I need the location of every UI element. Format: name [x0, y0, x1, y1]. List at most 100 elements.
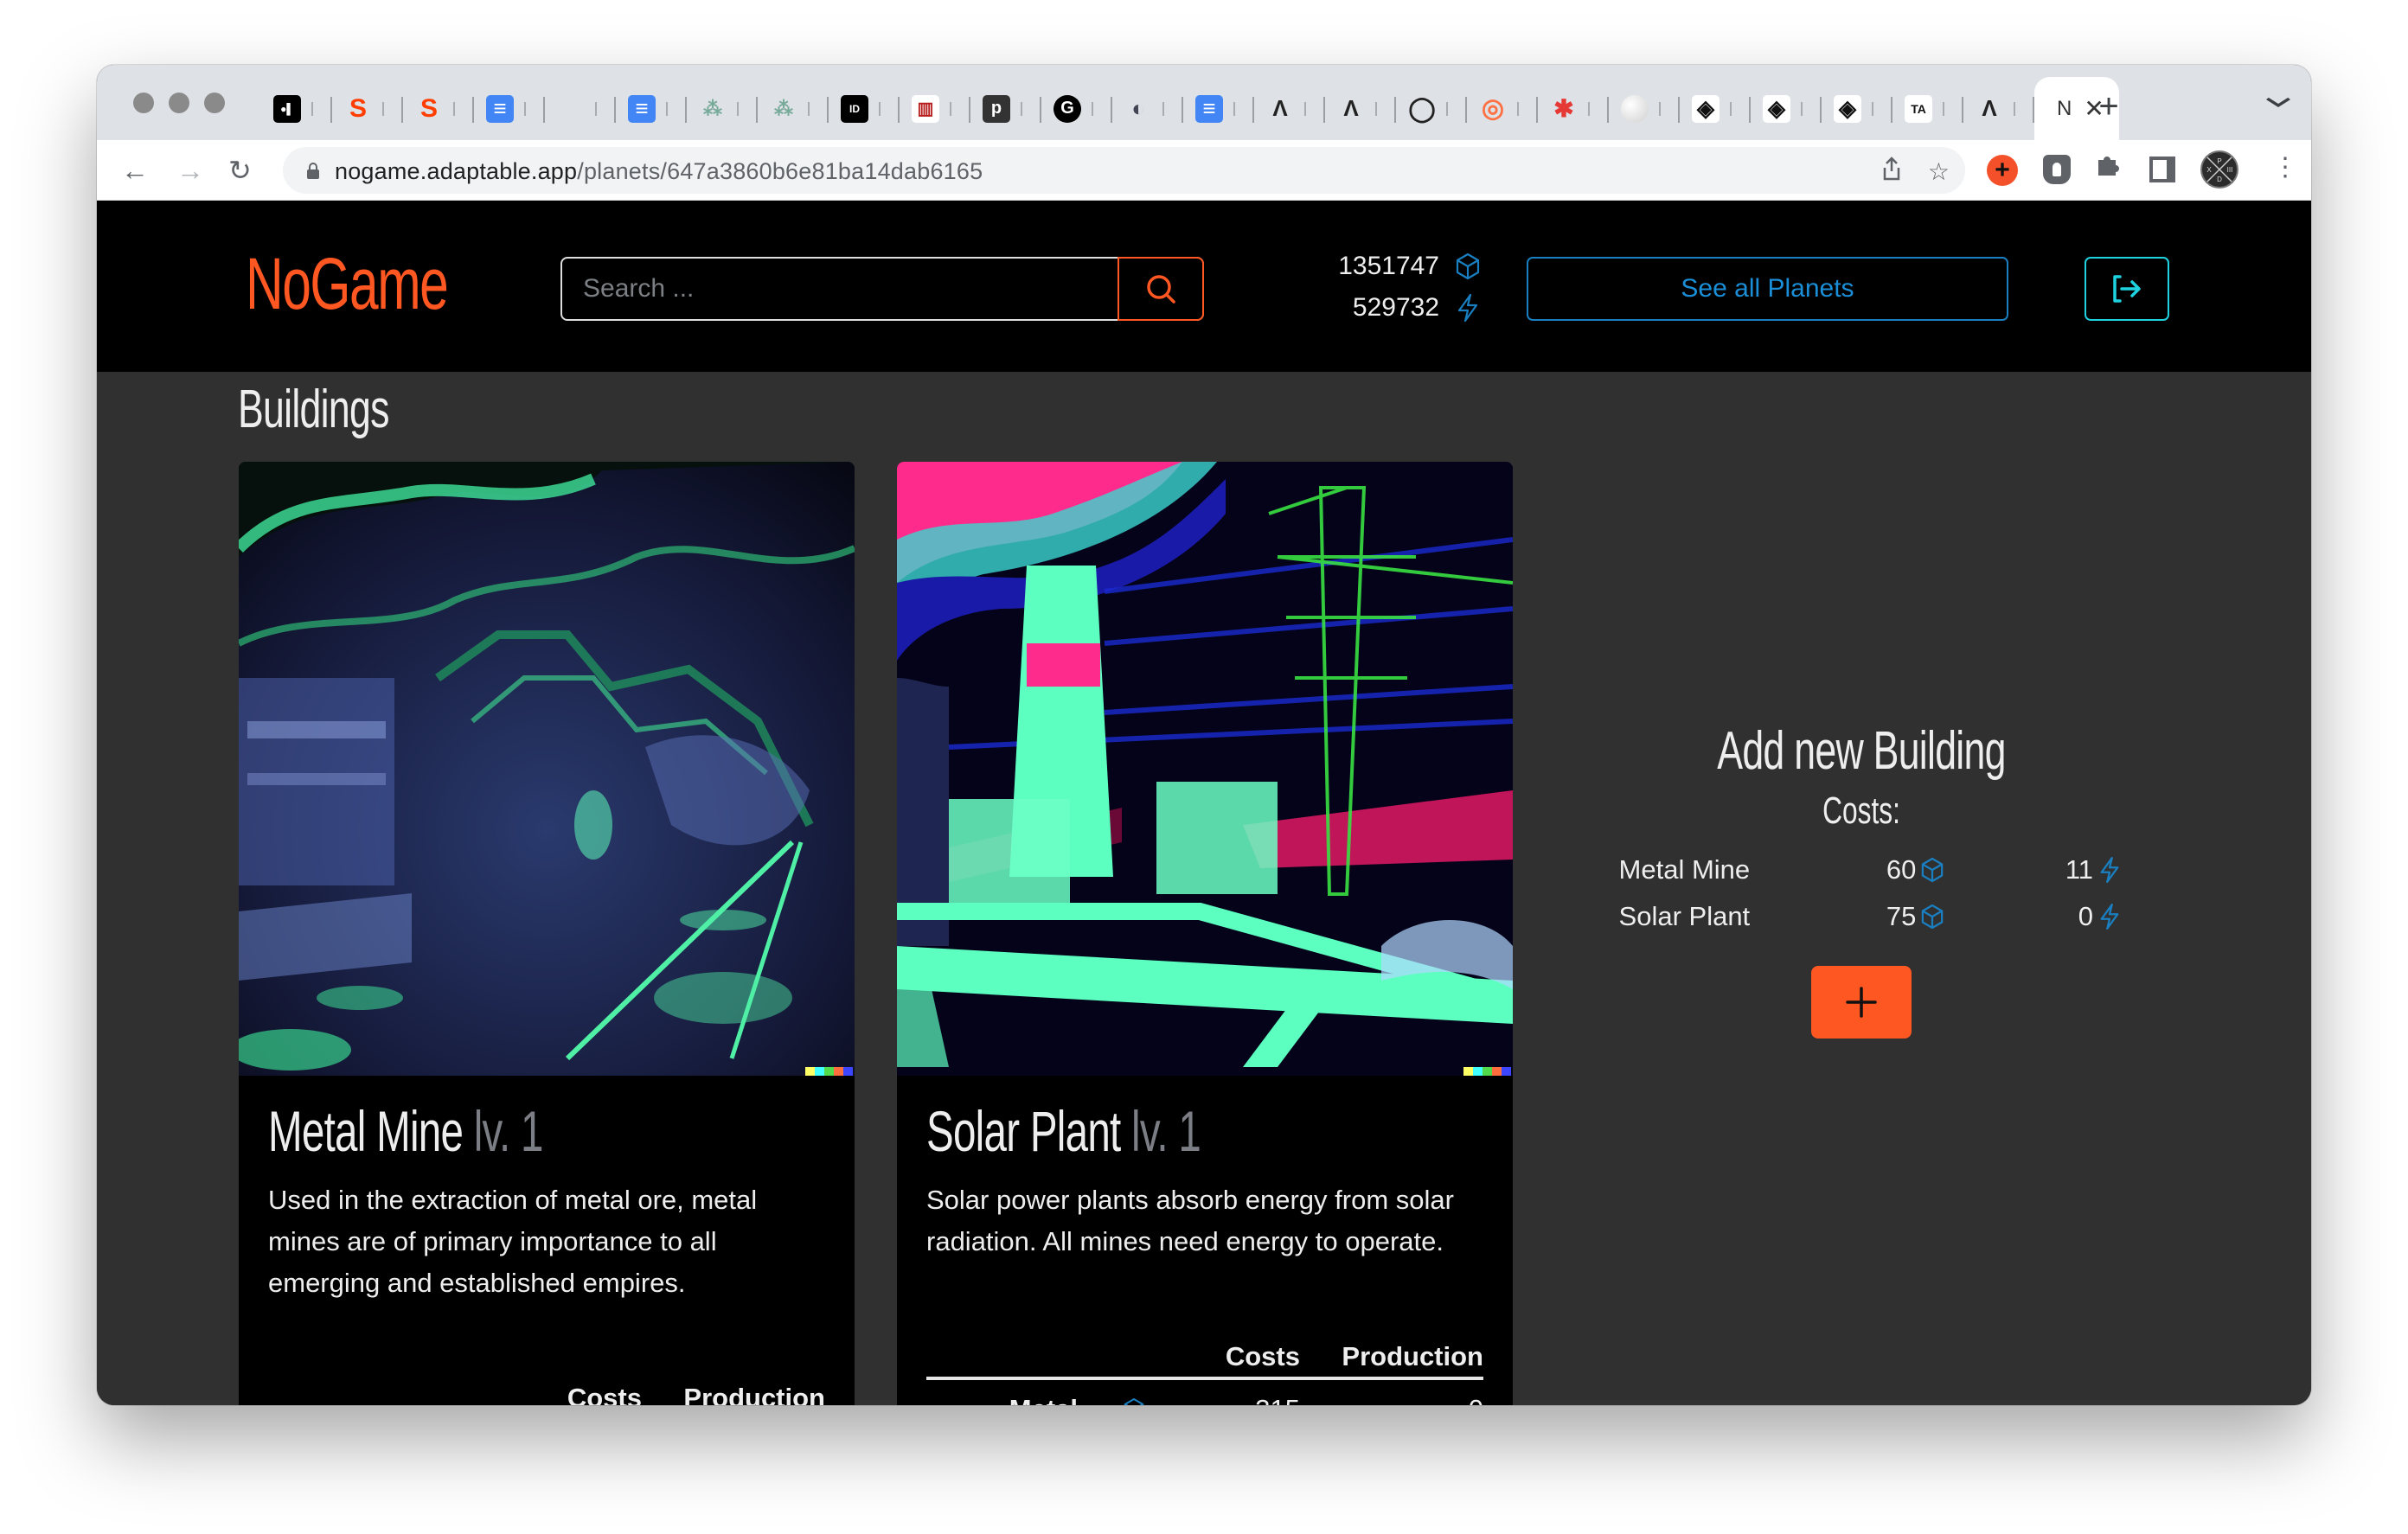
- browser-tab[interactable]: ⁂: [687, 83, 758, 135]
- search-button[interactable]: [1118, 257, 1204, 321]
- browser-tab[interactable]: ⁂: [758, 83, 829, 135]
- building-card-metal-mine[interactable]: Metal Mine lv. 1 Used in the extraction …: [239, 462, 855, 1405]
- building-title: Solar Plant lv. 1: [926, 1100, 1328, 1164]
- add-building-button[interactable]: [1811, 966, 1912, 1039]
- tab-title: N: [2057, 96, 2072, 120]
- codepen-icon: ◈: [1834, 94, 1861, 123]
- astro-rocket-icon: Λ: [1982, 95, 1997, 121]
- svg-text:III: III: [2227, 166, 2233, 174]
- tab-search-button[interactable]: [2264, 87, 2293, 115]
- browser-tab[interactable]: ≡: [1183, 83, 1254, 135]
- svelte-icon: S: [349, 93, 367, 123]
- url-text[interactable]: nogame.adaptable.app/planets/647a3860b6e…: [335, 158, 983, 185]
- search-icon: [1147, 275, 1175, 304]
- browser-tab[interactable]: ✱: [1538, 83, 1609, 135]
- browser-menu-button[interactable]: ⋮: [2272, 152, 2298, 182]
- see-all-planets-button[interactable]: See all Planets: [1527, 257, 2008, 321]
- logout-button[interactable]: [2085, 257, 2169, 321]
- browser-tab[interactable]: Λ: [1254, 83, 1325, 135]
- reload-button[interactable]: ↻: [228, 155, 252, 186]
- profile-avatar[interactable]: P D X III: [2200, 150, 2238, 189]
- browser-tab[interactable]: ◯: [1396, 83, 1467, 135]
- tab-title: [453, 101, 458, 116]
- add-option-metal-mine[interactable]: Metal Mine 60 11: [1602, 847, 2121, 893]
- g-circle-icon: G: [1054, 94, 1081, 123]
- maximize-window-button[interactable]: [204, 93, 225, 113]
- new-tab-button[interactable]: +: [2086, 84, 2131, 129]
- add-option-solar-plant[interactable]: Solar Plant 75 0: [1602, 893, 2121, 940]
- building-card-solar-plant[interactable]: Solar Plant lv. 1 Solar power plants abs…: [897, 462, 1513, 1405]
- costs-label: Costs:: [1822, 789, 1900, 833]
- swirl-icon: ◎: [1481, 94, 1505, 123]
- browser-tab[interactable]: ID: [829, 83, 900, 135]
- browser-tab[interactable]: S: [332, 83, 403, 135]
- astro-rocket-icon: Λ: [1272, 95, 1288, 121]
- search-input[interactable]: [562, 259, 1119, 319]
- brain-head-icon: ◐: [1131, 95, 1145, 121]
- browser-tab[interactable]: ●▌: [261, 83, 332, 135]
- building-title: Metal Mine lv. 1: [268, 1100, 669, 1164]
- browser-tab[interactable]: ▥: [900, 83, 970, 135]
- browser-tab[interactable]: TA: [1892, 83, 1963, 135]
- tab-title: [311, 101, 317, 116]
- browser-tab[interactable]: ≡: [474, 83, 545, 135]
- tab-title: [1801, 101, 1806, 116]
- close-window-button[interactable]: [133, 93, 154, 113]
- medium-icon: ●▌: [273, 94, 301, 123]
- browser-tab[interactable]: ◐: [1112, 83, 1183, 135]
- tab-title: [1588, 101, 1593, 116]
- energy-amount: 529732: [1352, 293, 1439, 322]
- dots-circle-icon: ⁂: [774, 97, 793, 119]
- browser-tab[interactable]: S: [403, 83, 474, 135]
- building-name: Metal Mine: [268, 1099, 464, 1163]
- browser-tab[interactable]: Λ: [1963, 83, 2034, 135]
- codepen-icon: ◈: [1763, 94, 1790, 123]
- svelte-icon: S: [419, 93, 438, 123]
- extension-password-manager[interactable]: [2043, 155, 2071, 184]
- more-vertical-icon: ⋮: [2272, 153, 2298, 182]
- building-description: Solar power plants absorb energy from so…: [926, 1185, 1454, 1256]
- plus-icon: +: [2098, 86, 2119, 125]
- tab-title: [1375, 101, 1380, 116]
- building-table: Costs Production Metal 180 0: [268, 1378, 825, 1405]
- share-button[interactable]: [1881, 156, 1902, 189]
- forward-button[interactable]: →: [176, 155, 204, 186]
- logout-icon: [2113, 275, 2141, 303]
- bookmark-button[interactable]: ☆: [1928, 157, 1950, 187]
- browser-tab[interactable]: [1609, 83, 1680, 135]
- browser-tab[interactable]: ≡: [616, 83, 687, 135]
- browser-tab[interactable]: p: [970, 83, 1041, 135]
- browser-tab[interactable]: Λ: [1325, 83, 1396, 135]
- browser-tab[interactable]: [545, 83, 616, 135]
- astro-rocket-icon: Λ: [1343, 95, 1359, 121]
- svg-text:D: D: [2217, 176, 2222, 183]
- browser-tab[interactable]: ◈: [1680, 83, 1751, 135]
- tab-title: [1304, 101, 1310, 116]
- browser-tab[interactable]: ◎: [1467, 83, 1538, 135]
- tab-title: [595, 101, 600, 116]
- back-button[interactable]: ←: [121, 155, 149, 186]
- extensions-button[interactable]: [2095, 152, 2121, 178]
- minimize-window-button[interactable]: [169, 93, 189, 113]
- tab-title: [1730, 101, 1735, 116]
- address-bar[interactable]: nogame.adaptable.app/planets/647a3860b6e…: [283, 147, 1965, 194]
- browser-tab[interactable]: ◈: [1822, 83, 1892, 135]
- tab-title: [950, 101, 955, 116]
- production-header: Production: [1342, 1341, 1483, 1371]
- browser-tab[interactable]: ◈: [1751, 83, 1822, 135]
- codepen-icon: ◈: [1692, 94, 1720, 123]
- logo[interactable]: NoGame: [246, 244, 449, 324]
- cube-icon: [1455, 252, 1481, 280]
- lightning-icon: [2100, 857, 2119, 884]
- svg-text:P: P: [2217, 157, 2221, 165]
- browser-tab[interactable]: G: [1041, 83, 1112, 135]
- share-icon: [1883, 157, 1900, 181]
- sphere-icon: [1621, 94, 1649, 123]
- building-level: lv. 1: [473, 1099, 544, 1163]
- resource-counters: 1351747 529732: [1308, 246, 1481, 329]
- extension-red-plus[interactable]: +: [1987, 155, 2018, 186]
- blank-icon: [557, 95, 585, 123]
- side-panel-button[interactable]: [2149, 157, 2175, 182]
- lightning-icon: [2100, 904, 2119, 930]
- resource-name: Metal: [926, 1394, 1078, 1405]
